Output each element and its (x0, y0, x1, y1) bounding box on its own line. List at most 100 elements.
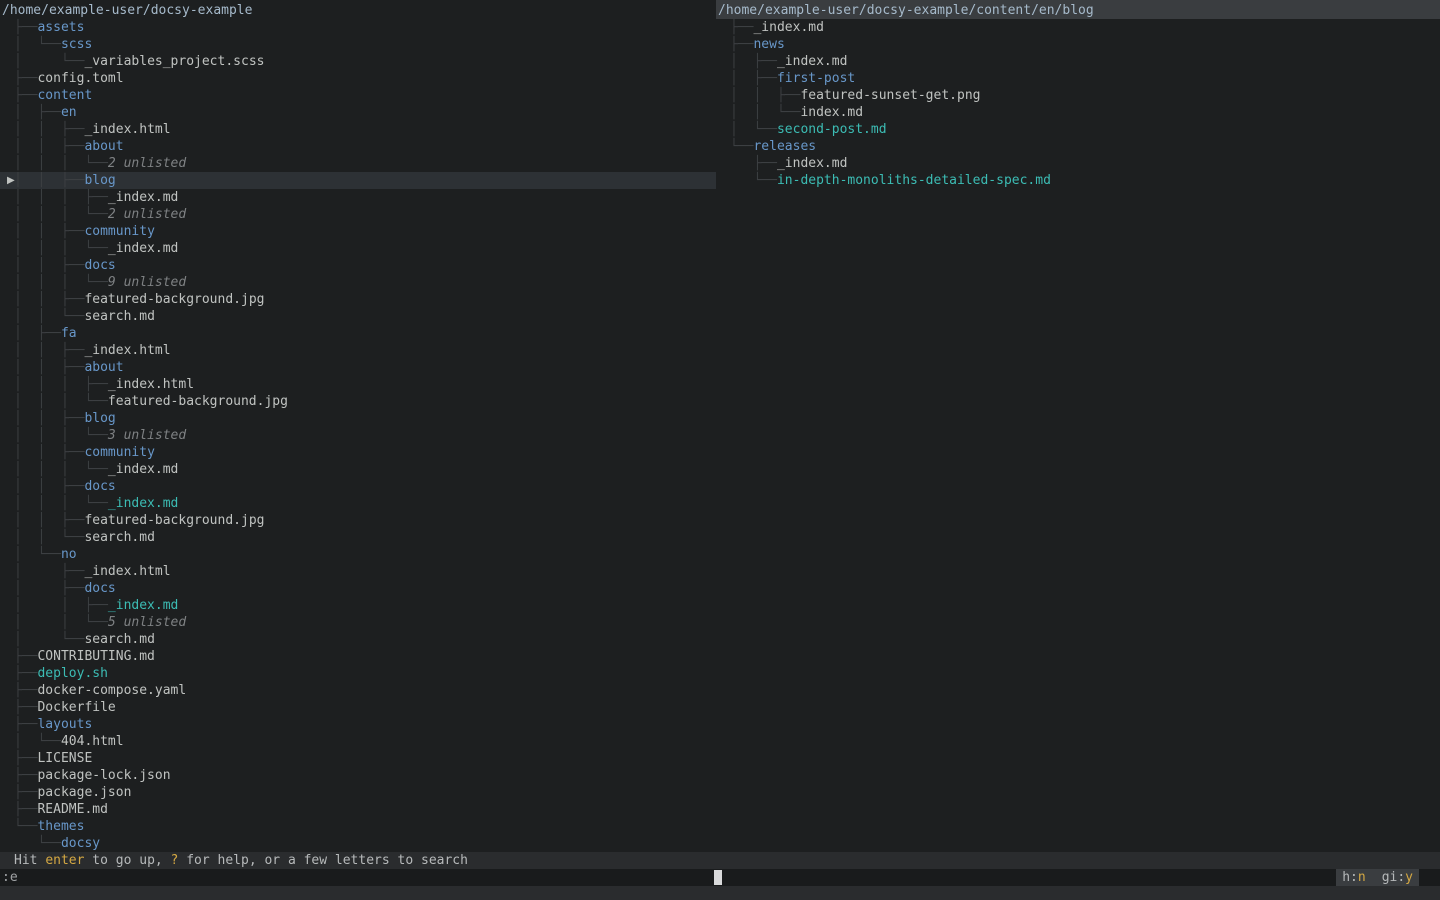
tree-branch-lines: │ │ └── (14, 530, 84, 545)
tree-row[interactable]: ├──_index.md (716, 155, 1440, 172)
command-input-row[interactable]: :e h:ngi:y (0, 869, 1440, 886)
tree-row[interactable]: ├──README.md (0, 801, 716, 818)
right-tree-panel: /home/example-user/docsy-example/content… (716, 0, 1440, 852)
tree-row[interactable]: │ │ │ └──9 unlisted (0, 274, 716, 291)
tree-row[interactable]: │ │ │ └──_index.md (0, 240, 716, 257)
file-name: _index.md (753, 20, 823, 35)
tree-row[interactable]: │ │ │ ├──_index.html (0, 376, 716, 393)
tree-row[interactable]: │ └──search.md (0, 631, 716, 648)
mode-flags: h:ngi:y (1336, 869, 1419, 886)
tree-branch-lines: │ │ │ └── (14, 462, 108, 477)
tree-row[interactable]: ├──LICENSE (0, 750, 716, 767)
file-name: featured-sunset-get.png (800, 88, 980, 103)
tree-row[interactable]: ├──Dockerfile (0, 699, 716, 716)
unlisted-count: 2 unlisted (108, 207, 186, 222)
tree-row[interactable]: │ ├──fa (0, 325, 716, 342)
file-name: _index.html (84, 343, 170, 358)
tree-row[interactable]: │ └──404.html (0, 733, 716, 750)
tree-row[interactable]: │ ├──docs (0, 580, 716, 597)
tree-branch-lines: ├── (14, 71, 37, 86)
tree-row[interactable]: ├──assets (0, 19, 716, 36)
file-name: second-post.md (777, 122, 887, 137)
file-name: CONTRIBUTING.md (37, 649, 154, 664)
file-name: search.md (84, 530, 154, 545)
directory-name: docs (84, 581, 115, 596)
tree-row[interactable]: │ │ │ └──2 unlisted (0, 206, 716, 223)
directory-name: fa (61, 326, 77, 341)
tree-row[interactable]: │ └──_variables_project.scss (0, 53, 716, 70)
tree-row[interactable]: │ │ │ └──_index.md (0, 461, 716, 478)
tree-row[interactable]: │ │ ├──about (0, 138, 716, 155)
tree-row[interactable]: │ └──scss (0, 36, 716, 53)
tree-branch-lines: ├── (730, 20, 753, 35)
tree-row[interactable]: │ │ ├──featured-sunset-get.png (716, 87, 1440, 104)
tree-row[interactable]: └──docsy (0, 835, 716, 852)
tree-row[interactable]: │ │ ├──_index.html (0, 121, 716, 138)
tree-branch-lines: │ │ │ └── (14, 428, 108, 443)
tree-branch-lines: │ │ │ └── (14, 156, 108, 171)
tree-row[interactable]: │ │ ├──featured-background.jpg (0, 291, 716, 308)
tree-row[interactable]: ├──news (716, 36, 1440, 53)
tree-branch-lines: │ │ │ └── (14, 496, 108, 511)
tree-row[interactable]: ├──_index.md (716, 19, 1440, 36)
tree-row[interactable]: │ │ └──index.md (716, 104, 1440, 121)
status-text: Hit (14, 853, 45, 868)
file-name: 404.html (61, 734, 124, 749)
file-name: LICENSE (37, 751, 92, 766)
tree-branch-lines: └── (14, 836, 61, 851)
status-key-hint: enter (45, 853, 84, 868)
tree-row[interactable]: │ │ ├──blog (0, 410, 716, 427)
tree-row[interactable]: ├──CONTRIBUTING.md (0, 648, 716, 665)
tree-row[interactable]: │ ├──_index.html (0, 563, 716, 580)
left-tree: ├──assets│ └──scss│ └──_variables_projec… (0, 19, 716, 852)
flag-label: h: (1342, 870, 1358, 885)
tree-row[interactable]: ▶│ │ ├──blog (0, 172, 716, 189)
tree-row[interactable]: │ │ ├──docs (0, 257, 716, 274)
tree-row[interactable]: └──themes (0, 818, 716, 835)
tree-row[interactable]: │ │ │ ├──_index.md (0, 189, 716, 206)
unlisted-count: 5 unlisted (108, 615, 186, 630)
tree-row[interactable]: ├──layouts (0, 716, 716, 733)
tree-row[interactable]: ├──content (0, 87, 716, 104)
tree-branch-lines: │ │ │ ├── (14, 190, 108, 205)
tree-branch-lines: │ └── (14, 547, 61, 562)
tree-row[interactable]: │ │ ├──docs (0, 478, 716, 495)
tree-row[interactable]: │ └──no (0, 546, 716, 563)
tree-row[interactable]: │ │ ├──featured-background.jpg (0, 512, 716, 529)
file-name: index.md (800, 105, 863, 120)
tree-branch-lines: │ ├── (730, 71, 777, 86)
tree-row[interactable]: │ │ ├──_index.html (0, 342, 716, 359)
cursor-block (714, 870, 722, 885)
command-input-value[interactable]: :e (2, 869, 18, 886)
tree-branch-lines: │ │ ├── (14, 224, 84, 239)
tree-row[interactable]: └──releases (716, 138, 1440, 155)
tree-row[interactable]: │ │ └──5 unlisted (0, 614, 716, 631)
tree-row[interactable]: │ │ ├──about (0, 359, 716, 376)
tree-row[interactable]: │ │ ├──community (0, 223, 716, 240)
tree-row[interactable]: │ │ ├──community (0, 444, 716, 461)
tree-row[interactable]: │ │ │ └──featured-background.jpg (0, 393, 716, 410)
tree-row[interactable]: ├──package.json (0, 784, 716, 801)
file-name: featured-background.jpg (84, 292, 264, 307)
tree-row[interactable]: │ ├──_index.md (716, 53, 1440, 70)
tree-row[interactable]: │ └──second-post.md (716, 121, 1440, 138)
directory-name: content (37, 88, 92, 103)
directory-name: no (61, 547, 77, 562)
tree-row[interactable]: │ │ └──search.md (0, 529, 716, 546)
tree-row[interactable]: └──in-depth-monoliths-detailed-spec.md (716, 172, 1440, 189)
tree-row[interactable]: ├──package-lock.json (0, 767, 716, 784)
tree-row[interactable]: ├──docker-compose.yaml (0, 682, 716, 699)
tree-branch-lines: │ │ │ └── (14, 394, 108, 409)
tree-row[interactable]: │ │ ├──_index.md (0, 597, 716, 614)
tree-row[interactable]: │ ├──first-post (716, 70, 1440, 87)
tree-row[interactable]: │ ├──en (0, 104, 716, 121)
tree-branch-lines: │ │ ├── (14, 292, 84, 307)
tree-row[interactable]: │ │ │ └──_index.md (0, 495, 716, 512)
flag-value: y (1405, 870, 1413, 885)
tree-row[interactable]: ├──deploy.sh (0, 665, 716, 682)
tree-row[interactable]: ├──config.toml (0, 70, 716, 87)
file-name: deploy.sh (37, 666, 107, 681)
tree-row[interactable]: │ │ │ └──3 unlisted (0, 427, 716, 444)
tree-row[interactable]: │ │ └──search.md (0, 308, 716, 325)
tree-row[interactable]: │ │ │ └──2 unlisted (0, 155, 716, 172)
